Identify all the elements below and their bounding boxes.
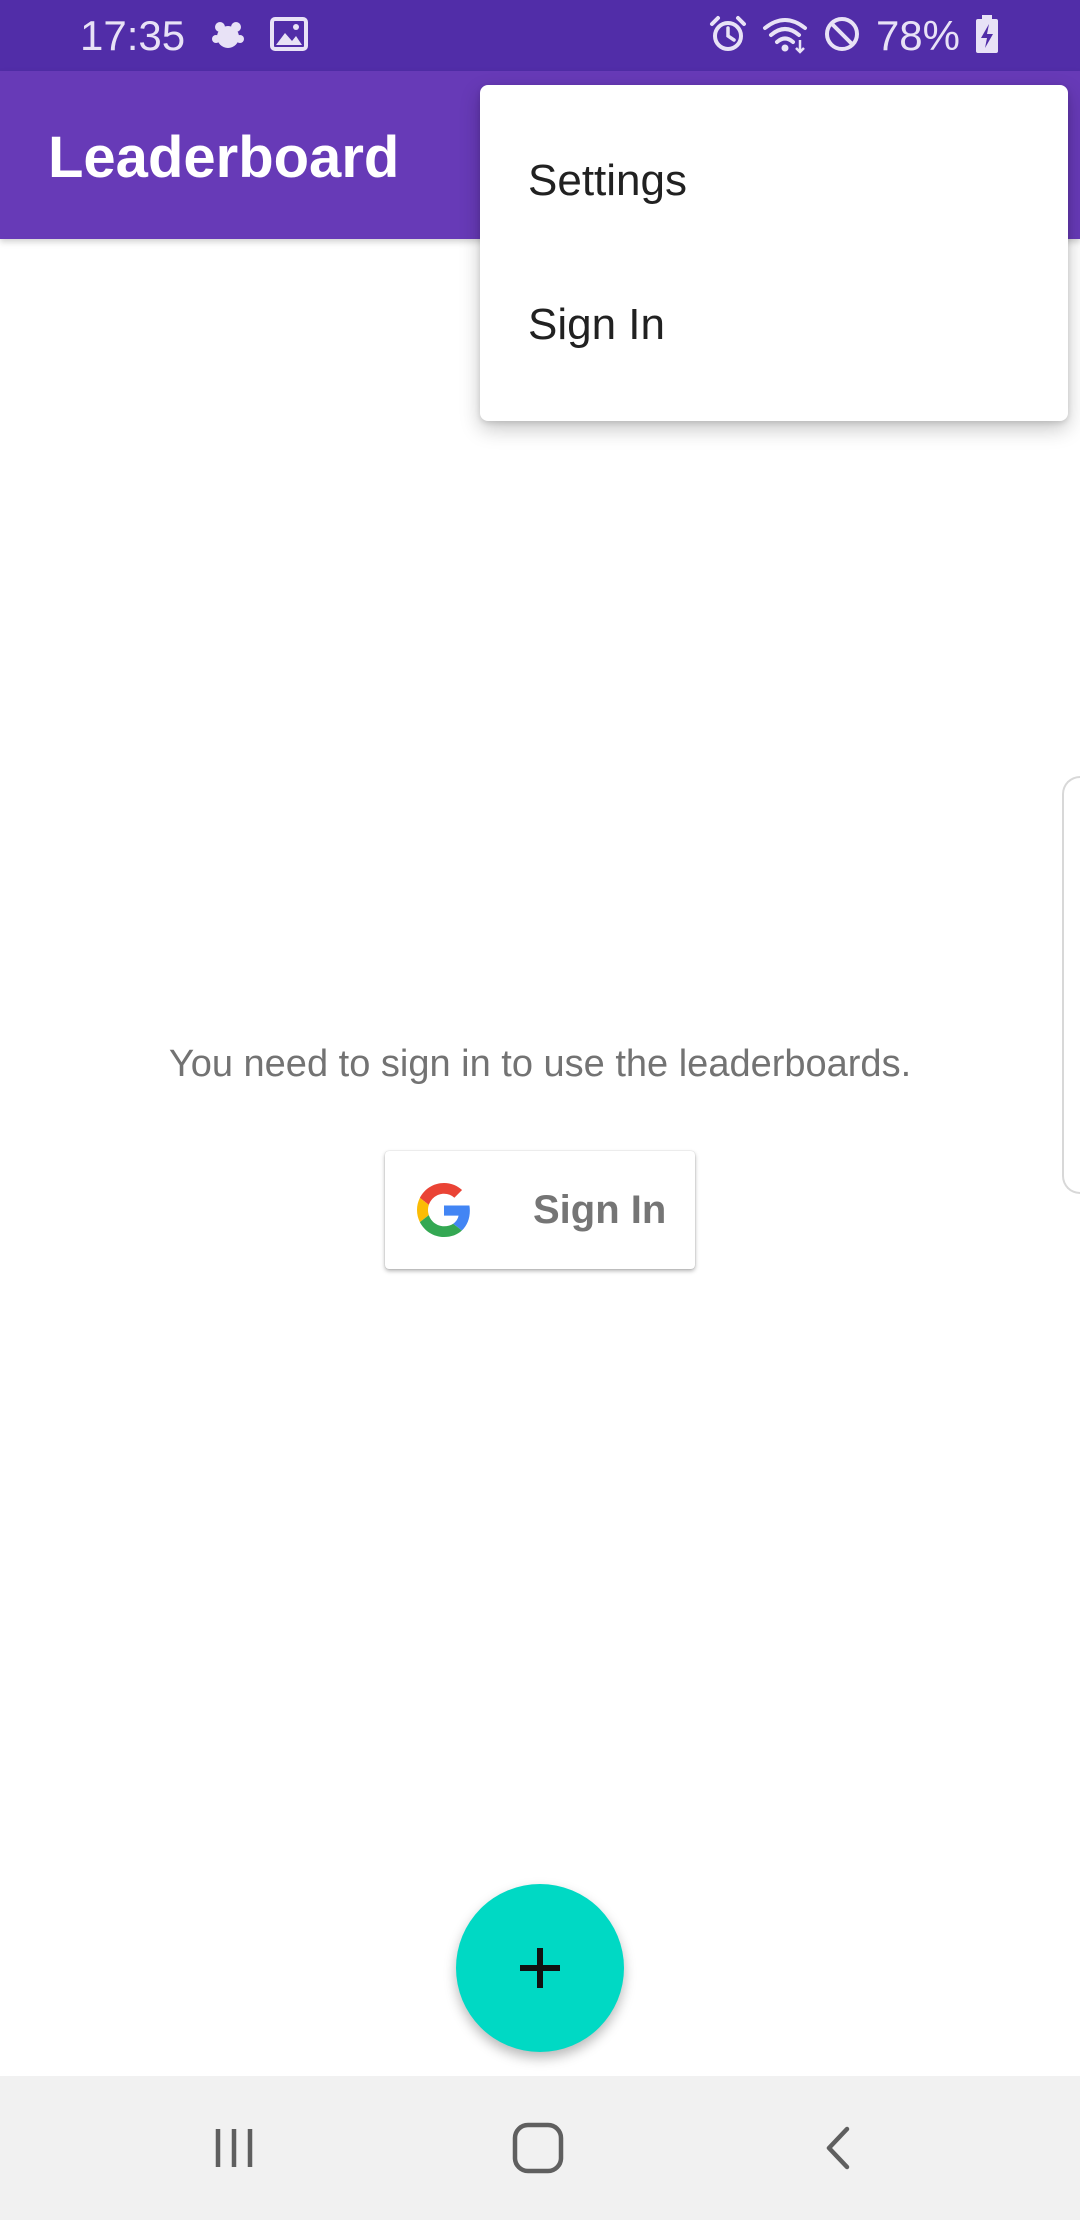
battery-charging-icon xyxy=(974,14,1000,59)
google-sign-in-button[interactable]: Sign In xyxy=(385,1151,695,1269)
alarm-icon xyxy=(708,14,748,59)
wifi-icon xyxy=(762,14,808,59)
image-icon xyxy=(270,15,308,60)
back-button[interactable] xyxy=(802,2112,874,2184)
add-button[interactable] xyxy=(456,1884,624,2052)
google-logo-icon xyxy=(417,1183,471,1237)
status-left-icons xyxy=(208,15,308,60)
home-icon xyxy=(512,2122,564,2174)
menu-item-settings-label: Settings xyxy=(528,156,687,205)
home-button[interactable] xyxy=(502,2112,574,2184)
recent-apps-button[interactable] xyxy=(198,2112,270,2184)
weather-icon xyxy=(208,15,248,60)
back-icon xyxy=(826,2126,850,2170)
battery-percentage: 78% xyxy=(875,12,960,59)
menu-item-sign-in-label: Sign In xyxy=(528,300,665,349)
sign-in-button-label: Sign In xyxy=(533,1188,667,1232)
overflow-menu: Settings Sign In xyxy=(480,85,1068,421)
sign-in-required-message: You need to sign in to use the leaderboa… xyxy=(168,1043,912,1085)
do-not-disturb-icon xyxy=(822,14,862,59)
status-time: 17:35 xyxy=(80,12,186,59)
app-title: Leaderboard xyxy=(48,125,400,190)
status-right-icons: 78% xyxy=(708,12,1000,60)
menu-item-sign-in[interactable]: Sign In xyxy=(480,253,1068,397)
navigation-bar xyxy=(0,2076,1080,2220)
plus-icon xyxy=(520,1948,560,1988)
recent-apps-icon xyxy=(215,2129,253,2167)
edge-panel-handle[interactable] xyxy=(1062,776,1080,1194)
menu-item-settings[interactable]: Settings xyxy=(480,109,1068,253)
status-bar: 17:35 78% xyxy=(0,0,1080,71)
